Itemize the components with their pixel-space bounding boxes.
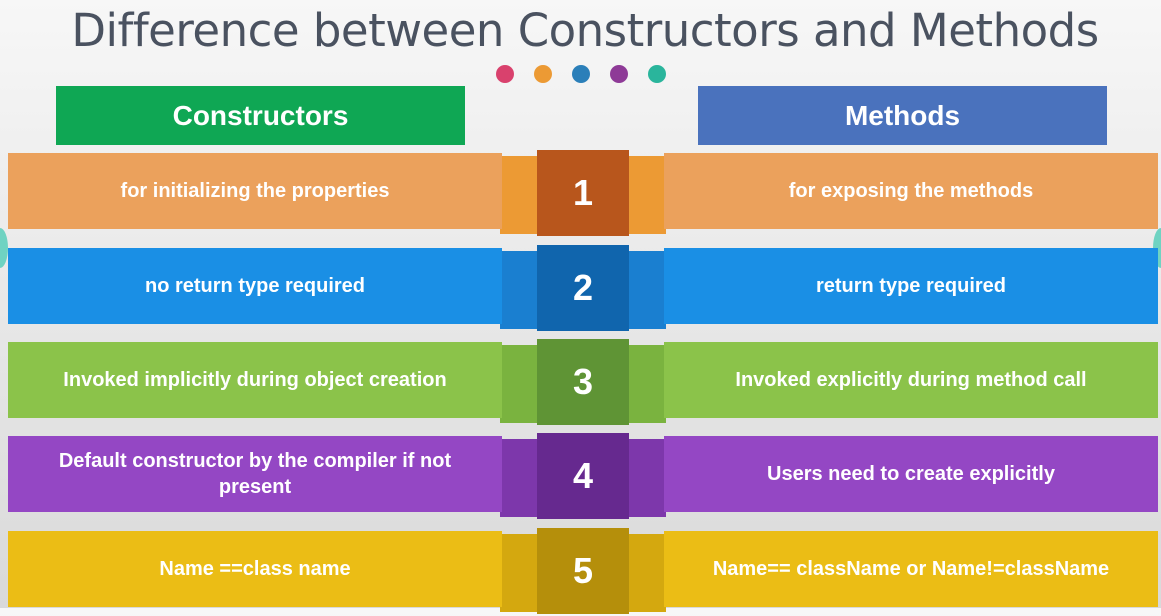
row-number: 2 (537, 245, 629, 331)
constructor-cell: no return type required (8, 248, 502, 324)
method-cell: Invoked explicitly during method call (664, 342, 1158, 418)
comparison-row: Default constructor by the compiler if n… (0, 433, 1161, 521)
comparison-row: Invoked implicitly during object creatio… (0, 339, 1161, 427)
comparison-row: Name ==class name Name== className or Nam… (0, 528, 1161, 616)
header-constructors: Constructors (56, 86, 465, 145)
dot-3 (572, 65, 590, 83)
comparison-row: no return type required return type requi… (0, 245, 1161, 333)
row-number: 4 (537, 433, 629, 519)
dot-1 (496, 65, 514, 83)
method-cell: for exposing the methods (664, 153, 1158, 229)
comparison-row: for initializing the properties for expos… (0, 150, 1161, 238)
constructor-cell: Name ==class name (8, 531, 502, 607)
method-cell: Name== className or Name!=className (664, 531, 1158, 607)
constructor-cell: Default constructor by the compiler if n… (8, 436, 502, 512)
row-number: 1 (537, 150, 629, 236)
constructor-cell: Invoked implicitly during object creatio… (8, 342, 502, 418)
method-cell: return type required (664, 248, 1158, 324)
row-number: 5 (537, 528, 629, 614)
decorative-dots (496, 65, 666, 83)
row-number: 3 (537, 339, 629, 425)
dot-2 (534, 65, 552, 83)
constructor-cell: for initializing the properties (8, 153, 502, 229)
method-cell: Users need to create explicitly (664, 436, 1158, 512)
dot-4 (610, 65, 628, 83)
dot-5 (648, 65, 666, 83)
header-methods: Methods (698, 86, 1107, 145)
page-title: Difference between Constructors and Meth… (71, 4, 1099, 57)
